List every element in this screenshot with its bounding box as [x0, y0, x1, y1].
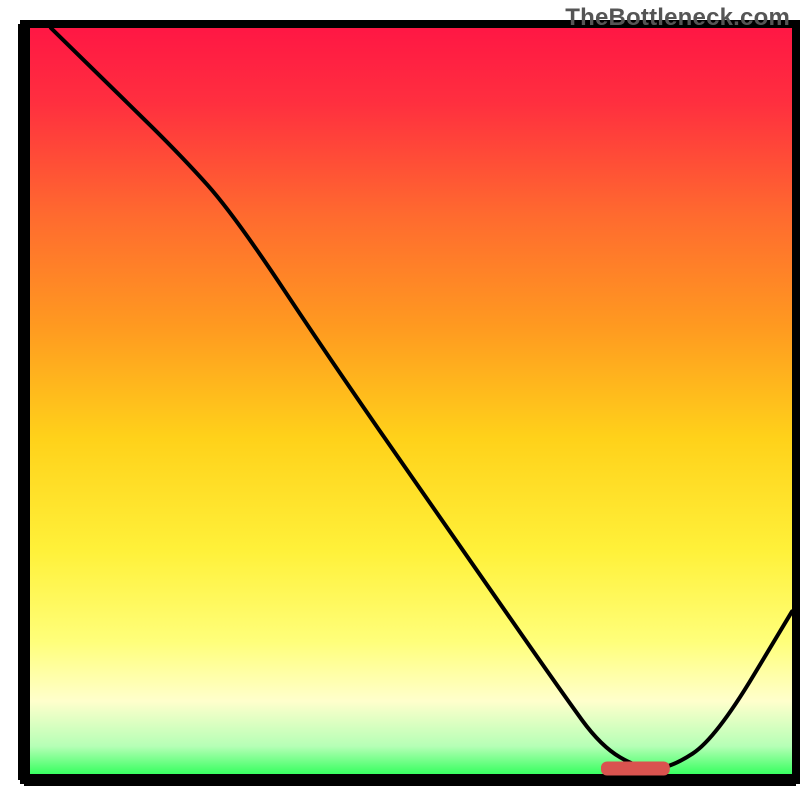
- bottleneck-chart: TheBottleneck.com: [0, 0, 800, 800]
- chart-svg: [0, 0, 800, 800]
- optimal-marker: [601, 762, 670, 776]
- watermark-text: TheBottleneck.com: [565, 4, 790, 32]
- plot-background: [28, 28, 792, 776]
